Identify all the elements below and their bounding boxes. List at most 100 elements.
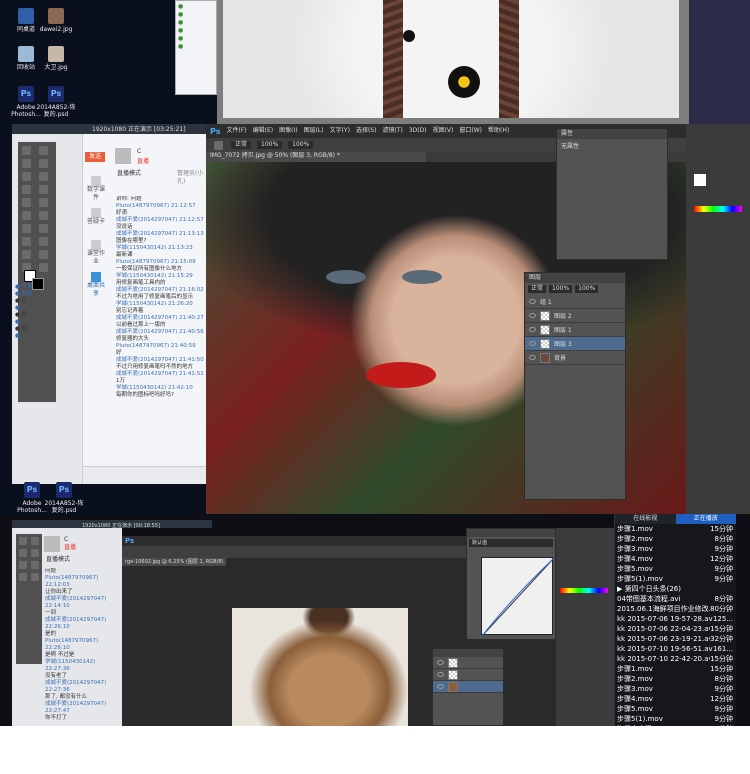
wand-tool-icon[interactable] [39, 159, 48, 168]
dodge-tool-icon[interactable] [39, 224, 48, 233]
tool-icon[interactable] [19, 573, 27, 581]
brush-tool-icon[interactable] [39, 185, 48, 194]
gradient-tool-icon[interactable] [39, 211, 48, 220]
path-tool-icon[interactable] [22, 250, 31, 259]
curves-preset-select[interactable]: 默认值 [469, 539, 553, 547]
sidebar-item-screenshare[interactable]: 桌面共享 [85, 272, 107, 298]
move-tool-icon[interactable] [22, 146, 31, 155]
playlist-item[interactable]: kk 2015-07-06 19-57-28.avi 125... [615, 614, 736, 624]
tool-icon[interactable] [31, 549, 39, 557]
layer-row-selected[interactable] [433, 681, 503, 693]
menu-filter[interactable]: 滤镜(T) [382, 127, 402, 135]
sidebar-item-qa[interactable]: 答疑卡 [85, 208, 107, 226]
desktop-icon-6[interactable]: Ps 2014A852-恢复的.psd [36, 86, 76, 118]
blur-tool-icon[interactable] [22, 224, 31, 233]
layer-group-row[interactable]: 组 1 [525, 295, 625, 309]
playlist-item[interactable]: 步骤3.mov 9分钟 [615, 684, 736, 694]
eraser-tool-icon[interactable] [22, 211, 31, 220]
layer-opacity-field[interactable]: 100% [549, 285, 573, 293]
playlist-item[interactable]: 步骤5.mov 9分钟 [615, 564, 736, 574]
history-tool-icon[interactable] [39, 198, 48, 207]
eye-icon[interactable] [529, 341, 536, 346]
menu-edit[interactable]: 编辑(E) [253, 127, 273, 135]
playlist-item[interactable]: ▶ 第四个日头条(26) [615, 584, 736, 594]
menu-window[interactable]: 窗口(W) [459, 127, 482, 135]
sidebar-item-homework[interactable]: 课堂作业 [85, 240, 107, 266]
pen-tool-icon[interactable] [22, 237, 31, 246]
menu-select[interactable]: 选择(S) [356, 127, 377, 135]
desktop-icon-psd2[interactable]: Ps 2014A852-恢复的.psd [44, 482, 84, 514]
eye-icon[interactable] [529, 313, 536, 318]
playlist-item[interactable]: 2015.06.1海鲜项目作业修改.avi80分钟 [615, 604, 736, 614]
layer-row[interactable]: 图层 1 [525, 323, 625, 337]
playlist-item[interactable]: 步骤5.mov 9分钟 [615, 704, 736, 714]
blend-mode-select[interactable]: 正常 [231, 141, 252, 149]
layer-row[interactable] [433, 669, 503, 681]
playlist-item[interactable]: 步骤2.mov 8分钟 [615, 534, 736, 544]
lasso-tool-icon[interactable] [22, 159, 31, 168]
eye-icon[interactable] [437, 684, 444, 689]
eye-icon[interactable] [529, 355, 536, 360]
menu-view[interactable]: 视图(V) [433, 127, 454, 135]
layer-blend-select[interactable]: 正常 [528, 285, 547, 293]
eye-icon[interactable] [529, 299, 536, 304]
sidebar-item-courseware[interactable]: 数学课件 [85, 176, 107, 202]
color-ramp-2[interactable] [560, 588, 608, 593]
color-ramp[interactable] [694, 206, 742, 212]
playlist-item[interactable]: kk 2015-07-10 19-56-51.avi 161... [615, 644, 736, 654]
tool-icon[interactable] [31, 537, 39, 545]
menu-type[interactable]: 文字(Y) [330, 127, 350, 135]
playlist-item[interactable]: kk 2015-07-06 23-19-21.avi 32分钟 [615, 634, 736, 644]
menu-file[interactable]: 文件(F) [226, 127, 246, 135]
flow-field[interactable]: 100% [288, 141, 314, 149]
playlist-item[interactable]: 步骤3.mov 9分钟 [615, 544, 736, 554]
tool-icon[interactable] [19, 537, 27, 545]
tool-icon[interactable] [19, 549, 27, 557]
type-tool-icon[interactable] [39, 237, 48, 246]
zoom-tool-icon[interactable] [39, 263, 48, 272]
desktop-icon-2[interactable]: dawei2.jpg [36, 8, 76, 33]
layer-row-selected[interactable]: 图层 3 [525, 337, 625, 351]
tool-icon[interactable] [31, 561, 39, 569]
brush-preset-icon[interactable] [214, 140, 223, 150]
chat-input-bar[interactable] [83, 466, 209, 484]
shape-tool-icon[interactable] [39, 250, 48, 259]
eye-icon[interactable] [437, 672, 444, 677]
eye-icon[interactable] [529, 327, 536, 332]
menu-image[interactable]: 图像(I) [279, 127, 297, 135]
opacity-field[interactable]: 100% [257, 141, 283, 149]
doc-tab[interactable]: IMG_7072 拷贝.jpg @ 50% (图层 3, RGB/8) * [206, 152, 426, 162]
playlist-item[interactable]: kk 2015-07-06 22-04-23.avi 15分钟 [615, 624, 736, 634]
send-button[interactable]: 发送 [85, 152, 105, 162]
playlist-item[interactable]: 第三天.avi 103... [615, 764, 736, 774]
tab-online-video[interactable]: 在线影视 [615, 514, 676, 524]
layer-row[interactable]: 背景 [525, 351, 625, 365]
color-swatch[interactable] [694, 174, 706, 186]
playlist-item[interactable]: 步骤4.mov 12分钟 [615, 694, 736, 704]
layer-row[interactable]: 图层 2 [525, 309, 625, 323]
stamp-tool-icon[interactable] [22, 198, 31, 207]
tab-now-playing[interactable]: 正在播放 [675, 514, 736, 524]
playlist-item[interactable]: 步骤1.mov 15分钟 [615, 524, 736, 534]
desktop-icon-4[interactable]: 大卫.jpg [36, 46, 76, 71]
tool-icon[interactable] [19, 561, 27, 569]
doc-tab-2[interactable]: rge-10602.jpg @ 6.25% (图层 1, RGB/8) [122, 558, 227, 566]
eyedropper-tool-icon[interactable] [39, 172, 48, 181]
heal-tool-icon[interactable] [22, 185, 31, 194]
playlist-item[interactable]: 第二天曲线.avi 90分钟 [615, 754, 736, 764]
layer-row[interactable] [433, 657, 503, 669]
crop-tool-icon[interactable] [22, 172, 31, 181]
playlist-item[interactable]: 步骤5(1).mov 9分钟 [615, 714, 736, 724]
eye-icon[interactable] [437, 660, 444, 665]
layer-fill-field[interactable]: 100% [575, 285, 599, 293]
menu-3d[interactable]: 3D(D) [409, 127, 427, 135]
playlist-item[interactable]: 第四节课04.mp4 52分钟 [615, 744, 736, 754]
playlist-item[interactable]: 步骤5(1).mov 9分钟 [615, 574, 736, 584]
playlist-item[interactable]: 步骤4.mov 12分钟 [615, 554, 736, 564]
curves-graph[interactable] [481, 557, 555, 637]
menu-help[interactable]: 帮助(H) [488, 127, 509, 135]
playlist-item[interactable]: 步骤1.mov 15分钟 [615, 664, 736, 674]
marquee-tool-icon[interactable] [39, 146, 48, 155]
menu-layer[interactable]: 图层(L) [304, 127, 324, 135]
playlist-item[interactable]: 步骤2.mov 8分钟 [615, 674, 736, 684]
